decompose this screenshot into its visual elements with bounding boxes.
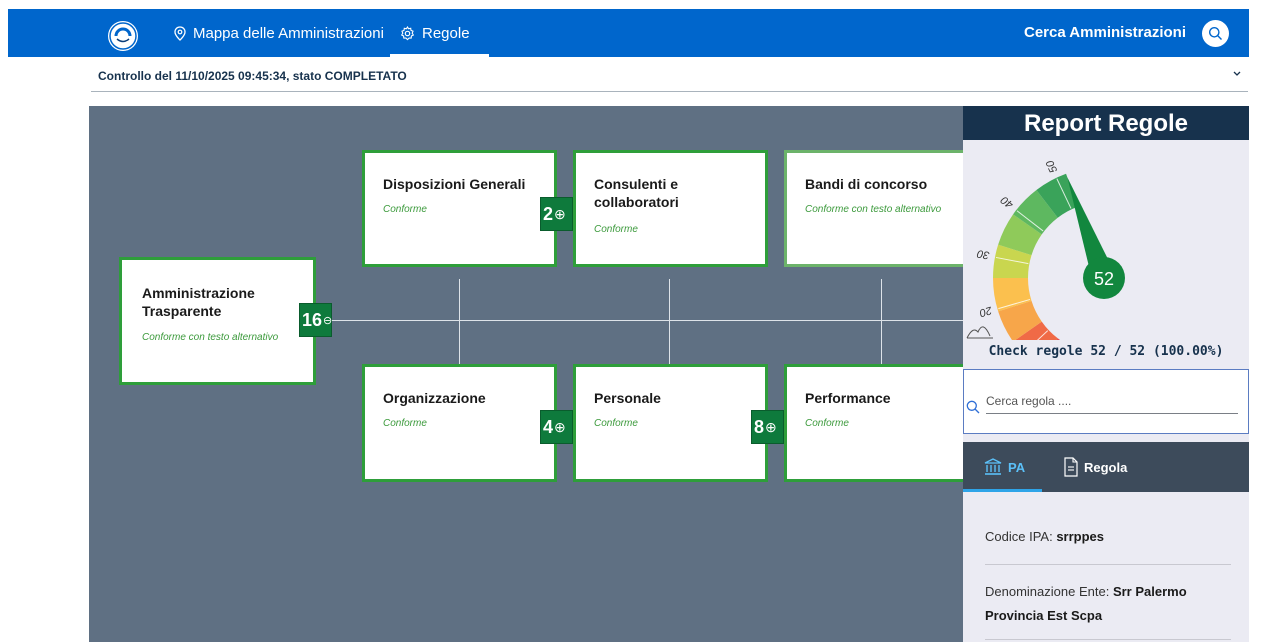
report-sidebar: Report Regole 01020304050 52 Check regol… — [963, 106, 1249, 642]
info-denominazione: Denominazione Ente: Srr Palermo Provinci… — [985, 580, 1225, 628]
tree-canvas: Amministrazione Trasparente Conforme con… — [89, 106, 963, 642]
tree-node-performance[interactable]: Performance Conforme — [784, 364, 963, 482]
rule-search-input[interactable] — [986, 392, 1238, 414]
tree-node-organizzazione[interactable]: Organizzazione Conforme — [362, 364, 557, 482]
node-title: Organizzazione — [383, 390, 486, 406]
tree-node-personale[interactable]: Personale Conforme — [573, 364, 768, 482]
info-label: Codice IPA: — [985, 529, 1053, 544]
search-icon — [966, 400, 980, 414]
nav-rules-link[interactable]: Regole — [400, 25, 470, 42]
node-status: Conforme — [594, 224, 638, 235]
tree-node-root[interactable]: Amministrazione Trasparente Conforme con… — [119, 257, 316, 385]
tab-active-indicator — [963, 489, 1042, 492]
node-status: Conforme con testo alternativo — [142, 332, 279, 343]
gauge-tick-label: 30 — [975, 247, 990, 261]
node-toggle-badge[interactable]: 2 ⊕ — [540, 197, 573, 231]
node-title: Personale — [594, 390, 661, 406]
nav-rules-label: Regole — [422, 25, 470, 42]
gauge-tick-label: 50 — [1044, 158, 1060, 175]
nav-search-button[interactable] — [1202, 20, 1229, 47]
node-count: 4 — [543, 416, 554, 437]
node-title: Performance — [805, 390, 891, 406]
info-codice-ipa: Codice IPA: srrppes — [985, 525, 1104, 549]
gauge-value: 52 — [1094, 269, 1114, 289]
node-title: Amministrazione Trasparente — [142, 285, 255, 319]
tab-pa-label: PA — [1008, 459, 1026, 475]
nav-active-indicator — [390, 54, 489, 57]
app-logo-icon — [109, 22, 137, 50]
search-icon — [1209, 27, 1222, 40]
rule-search-box — [963, 369, 1249, 434]
gauge-tick-label: 20 — [977, 304, 994, 319]
nav-map-label: Mappa delle Amministrazioni — [193, 25, 384, 42]
info-label: Denominazione Ente: — [985, 584, 1110, 599]
expand-icon: ⊕ — [554, 205, 566, 222]
expand-icon: ⊕ — [554, 418, 566, 435]
top-navbar: Mappa delle Amministrazioni Regole Cerca… — [8, 9, 1249, 57]
nav-search-label[interactable]: Cerca Amministrazioni — [1024, 24, 1186, 41]
node-count: 2 — [543, 203, 554, 224]
node-toggle-badge[interactable]: 16 ⊖ — [299, 303, 332, 337]
node-toggle-badge[interactable]: 4 ⊕ — [540, 410, 573, 444]
tree-connector-horizontal — [321, 320, 963, 321]
info-value: srrppes — [1056, 529, 1105, 544]
node-status: Conforme — [594, 418, 638, 429]
tree-connector-vertical — [669, 279, 670, 365]
document-icon — [1064, 457, 1078, 477]
node-title: Consulenti e collaboratori — [594, 176, 679, 210]
app-logo[interactable] — [108, 21, 138, 51]
expand-icon: ⊕ — [765, 418, 777, 435]
chevron-down-icon — [1233, 71, 1241, 76]
control-selector[interactable]: Controllo del 11/10/2025 09:45:34, stato… — [91, 60, 1248, 92]
node-title: Bandi di concorso — [805, 176, 928, 192]
chart-icon — [966, 326, 993, 339]
tab-regola-label: Regola — [1084, 459, 1128, 475]
node-status: Conforme — [383, 204, 427, 215]
gauge-tick-label: 40 — [998, 193, 1016, 211]
rules-gauge: 01020304050 52 — [966, 158, 1125, 340]
report-title: Report Regole — [963, 106, 1249, 140]
node-title: Disposizioni Generali — [383, 176, 526, 192]
gear-icon — [400, 26, 415, 41]
tab-regola[interactable]: Regola — [1063, 442, 1127, 492]
node-toggle-badge[interactable]: 8 ⊕ — [751, 410, 784, 444]
tree-connector-vertical — [881, 279, 882, 365]
node-status: Conforme — [805, 418, 849, 429]
tab-pa[interactable]: PA — [983, 442, 1025, 492]
collapse-icon: ⊖ — [323, 314, 333, 327]
node-status: Conforme — [383, 418, 427, 429]
tree-node-disposizioni-generali[interactable]: Disposizioni Generali Conforme — [362, 150, 557, 267]
map-pin-icon — [174, 26, 186, 41]
check-summary: Check regole 52 / 52 (100.00%) — [988, 344, 1224, 359]
institution-icon — [984, 458, 1002, 475]
info-divider — [985, 564, 1231, 565]
tree-node-consulenti-collaboratori[interactable]: Consulenti e collaboratori Conforme — [573, 150, 768, 267]
node-status: Conforme con testo alternativo — [805, 204, 942, 215]
tree-connector-vertical — [459, 279, 460, 365]
nav-map-link[interactable]: Mappa delle Amministrazioni — [174, 25, 384, 42]
tree-node-bandi-concorso[interactable]: Bandi di concorso Conforme con testo alt… — [784, 150, 963, 267]
node-count: 16 — [302, 309, 323, 330]
node-count: 8 — [754, 416, 765, 437]
info-divider — [985, 639, 1231, 640]
control-text: Controllo del 11/10/2025 09:45:34, stato… — [98, 69, 407, 83]
sidebar-tabs: PA Regola — [963, 442, 1249, 492]
